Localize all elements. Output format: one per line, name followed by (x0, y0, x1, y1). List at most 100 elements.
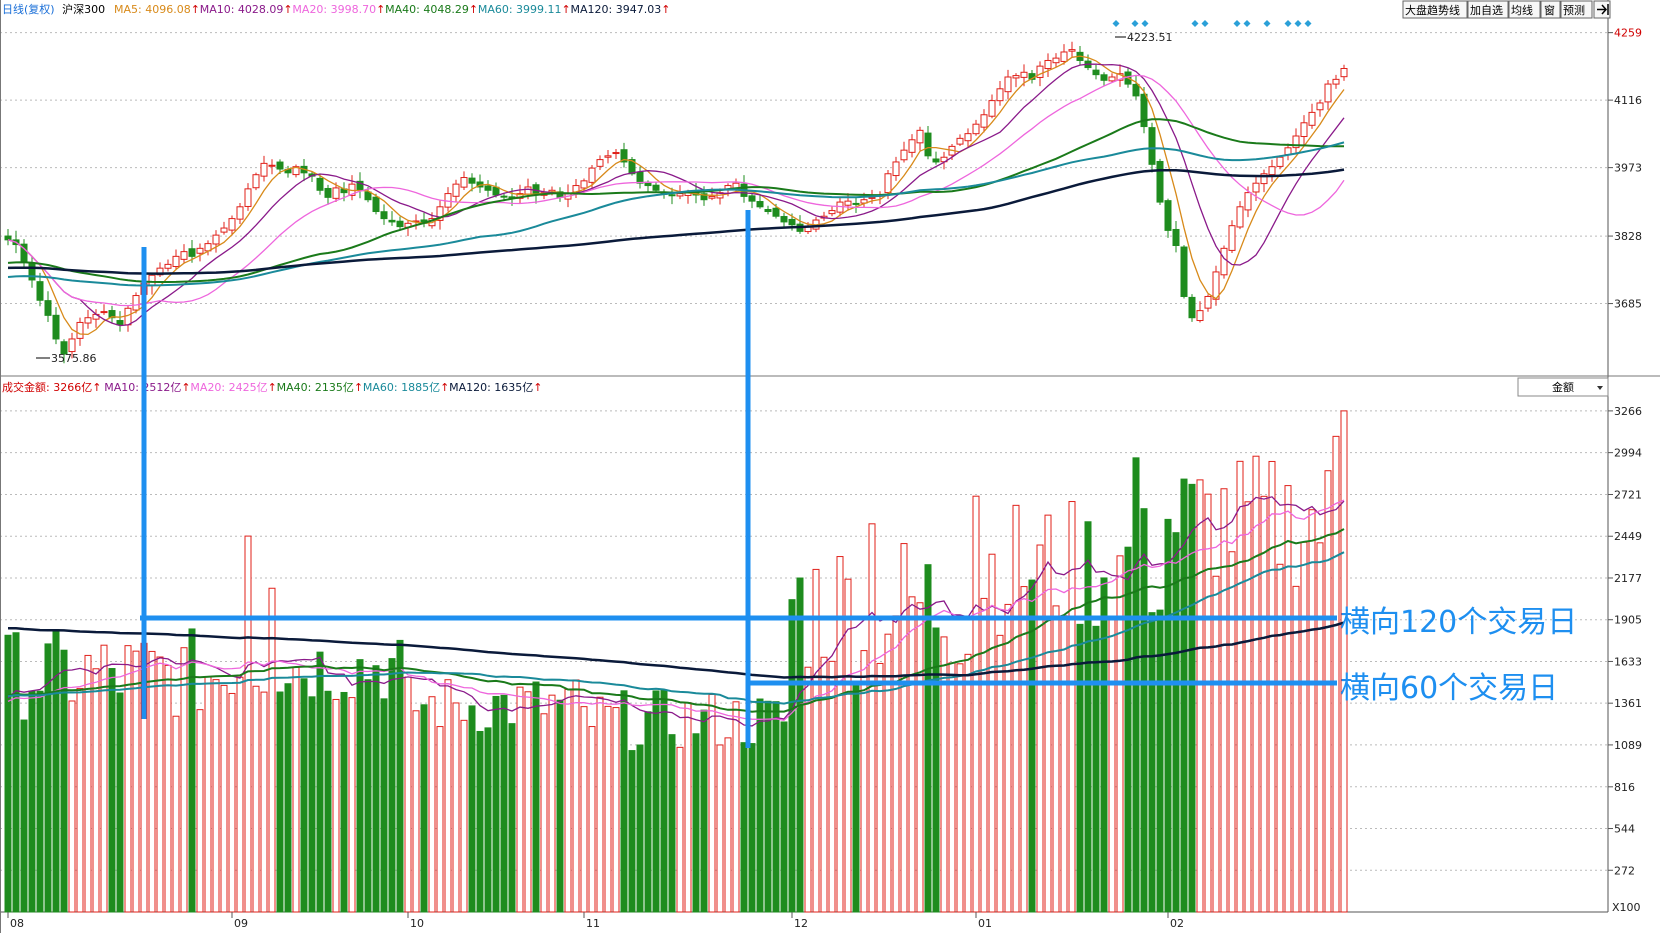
volume-bar (500, 694, 508, 913)
up-arrow-icon: ↑ (533, 381, 542, 394)
volume-bar (644, 711, 652, 913)
volume-bar (148, 650, 156, 913)
volume-bar (740, 742, 748, 913)
volume-bar (468, 705, 476, 913)
ma-legend-item: MA60: 1885亿 (363, 381, 440, 394)
candle (1180, 245, 1188, 299)
volume-bar (756, 698, 764, 913)
volume-bar (324, 690, 332, 913)
price-tick-label: 4259 (1614, 27, 1642, 40)
volume-bar (1316, 542, 1324, 913)
annotation-120-days: 横向120个交易日 (1340, 605, 1577, 640)
volume-bar (204, 676, 212, 913)
volume-bar (596, 696, 604, 913)
volume-bar (244, 535, 252, 913)
volume-bar (996, 634, 1004, 913)
up-arrow-icon: ↑ (181, 381, 190, 394)
volume-bar (196, 709, 204, 913)
volume-bar (12, 632, 20, 913)
exit-icon[interactable] (1593, 0, 1611, 19)
volume-bar (316, 651, 324, 913)
volume-bar (580, 706, 588, 913)
volume-tick-label: 3266 (1614, 405, 1642, 418)
volume-bar (1100, 577, 1108, 913)
volume-bar (428, 696, 436, 913)
volume-bar (4, 634, 12, 913)
volume-bar (476, 730, 484, 913)
volume-bar (508, 723, 516, 913)
volume-bar (268, 587, 276, 913)
volume-bar (796, 577, 804, 913)
volume-bar (532, 681, 540, 913)
volume-tick-label: 1633 (1614, 655, 1642, 668)
date-tick-label: 08 (10, 917, 24, 930)
high-value: 4223.51 (1127, 31, 1173, 44)
ma-line-label: 均线 (1511, 3, 1533, 17)
volume-bar (492, 695, 500, 913)
candle (1156, 158, 1164, 205)
ma-legend-item: MA120: 1635亿 (449, 381, 533, 394)
add-watchlist-button[interactable]: 加自选 (1467, 0, 1509, 19)
volume-bar (1108, 619, 1116, 913)
volume-bar (276, 691, 284, 913)
volume-bar (332, 698, 340, 913)
volume-bar (1260, 495, 1268, 913)
volume-bar (388, 658, 396, 913)
up-arrow-icon: ↑ (562, 3, 571, 16)
forecast-label: 预测 (1563, 4, 1585, 17)
volume-bar (956, 663, 964, 913)
volume-bar (1284, 485, 1292, 913)
volume-bar (1228, 551, 1236, 913)
volume-bar (660, 690, 668, 913)
volume-bar (52, 629, 60, 913)
volume-bar (484, 727, 492, 913)
forecast-button[interactable]: 预测 (1560, 0, 1593, 19)
volume-bar (156, 656, 164, 913)
volume-bar (1036, 544, 1044, 913)
volume-type-select[interactable]: 金额 (1517, 377, 1609, 397)
volume-bar (836, 556, 844, 913)
price-tick-label: 3973 (1614, 162, 1642, 175)
volume-tick-label: 2721 (1614, 489, 1642, 502)
window-button[interactable]: 窗 (1540, 0, 1561, 19)
volume-bar (380, 698, 388, 913)
volume-bar (260, 691, 268, 913)
period-label: 日线(复权) (2, 2, 55, 16)
volume-bar (948, 662, 956, 913)
volume-bar (1164, 518, 1172, 913)
volume-bar (36, 690, 44, 913)
volume-tick-label: 272 (1614, 864, 1635, 877)
volume-bar (452, 702, 460, 913)
volume-bar (764, 700, 772, 913)
volume-bar (436, 726, 444, 913)
index-name: 沪深300 (62, 2, 105, 16)
volume-bar (900, 543, 908, 913)
volume-bar (220, 684, 228, 913)
volume-bar (524, 691, 532, 913)
volume-bar (692, 733, 700, 913)
volume-bar (116, 692, 124, 913)
volume-bar (84, 654, 92, 913)
volume-bar (1292, 585, 1300, 913)
stock-chart[interactable]: 日线(复权) 沪深300 MA5: 4096.08 ↑ MA10: 4028.09 ↑… (0, 0, 1660, 933)
volume-bar (732, 701, 740, 913)
date-tick-label: 09 (234, 917, 248, 930)
volume-bar (108, 668, 116, 913)
volume-bar (932, 627, 940, 913)
volume-bar (420, 704, 428, 913)
annotation-60-days: 横向60个交易日 (1340, 671, 1558, 706)
candle (1188, 294, 1196, 322)
volume-bar (20, 719, 28, 913)
volume-bar (252, 685, 260, 913)
volume-bar (1212, 575, 1220, 913)
volume-bar (724, 737, 732, 913)
volume-bar (100, 644, 108, 913)
volume-bar (1092, 625, 1100, 913)
ma-line-button[interactable]: 均线 (1508, 0, 1541, 19)
volume-bar (964, 653, 972, 913)
up-arrow-icon: ↑ (440, 381, 449, 394)
volume-bar (460, 719, 468, 913)
volume-bar (180, 647, 188, 913)
volume-bar (76, 687, 84, 913)
trend-line-button[interactable]: 大盘趋势线 (1402, 0, 1468, 19)
